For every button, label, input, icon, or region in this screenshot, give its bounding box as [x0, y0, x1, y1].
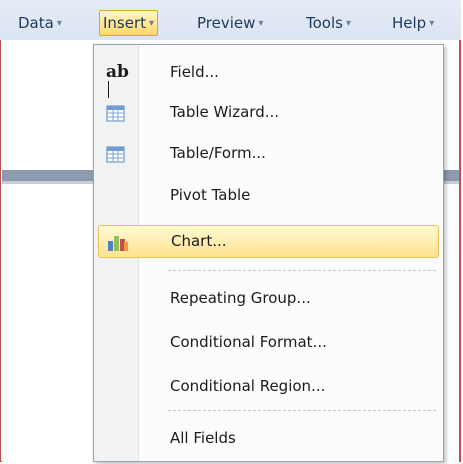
- field-ab-glyph: ab: [106, 62, 129, 82]
- menu-help[interactable]: Help ▾: [392, 11, 434, 35]
- menu-data-label: Data: [18, 14, 54, 32]
- menu-item-label: Conditional Format...: [170, 333, 327, 351]
- table-icon: [106, 144, 128, 163]
- chevron-down-icon: ▾: [56, 18, 62, 29]
- menu-separator: [168, 410, 436, 411]
- menu-bar: Data ▾ Insert ▾ Preview ▾ Tools ▾ Help ▾: [0, 0, 461, 40]
- menu-insert-label: Insert: [103, 14, 147, 32]
- menu-help-label: Help: [392, 14, 427, 32]
- menu-item-label: Chart...: [171, 232, 227, 250]
- menu-item-label: Table/Form...: [170, 144, 266, 162]
- chevron-down-icon: ▾: [258, 18, 264, 29]
- menu-preview-label: Preview: [197, 14, 256, 32]
- menu-preview[interactable]: Preview ▾: [197, 11, 263, 35]
- menu-item-field[interactable]: ab Field...: [98, 57, 437, 98]
- menu-item-label: Conditional Region...: [170, 377, 326, 395]
- bar-chart-icon: [107, 232, 129, 251]
- chevron-down-icon: ▾: [149, 18, 155, 29]
- menu-item-label: Pivot Table: [170, 186, 251, 204]
- chevron-down-icon: ▾: [429, 18, 435, 29]
- menu-item-table-wizard[interactable]: Table Wizard...: [98, 97, 437, 128]
- menu-item-pivot-table[interactable]: Pivot Table: [98, 180, 437, 211]
- table-icon: [106, 103, 128, 122]
- insert-dropdown-menu: ab Field... Table Wizard... Table/Form..…: [93, 44, 444, 462]
- menu-item-label: Repeating Group...: [170, 289, 311, 307]
- field-ab-icon: ab: [106, 62, 129, 98]
- menu-item-table-form[interactable]: Table/Form...: [98, 138, 437, 169]
- menu-tools-label: Tools: [306, 14, 343, 32]
- menu-item-label: Table Wizard...: [170, 103, 280, 121]
- menu-insert[interactable]: Insert ▾: [99, 10, 159, 36]
- menu-data[interactable]: Data ▾: [18, 11, 62, 35]
- menu-item-chart[interactable]: Chart...: [98, 225, 439, 258]
- menu-separator: [168, 270, 436, 271]
- menu-item-conditional-format[interactable]: Conditional Format...: [98, 327, 437, 358]
- menu-tools[interactable]: Tools ▾: [306, 11, 351, 35]
- menu-item-label: All Fields: [170, 429, 236, 447]
- chevron-down-icon: ▾: [345, 18, 351, 29]
- menu-item-label: Field...: [170, 63, 219, 81]
- menu-item-repeating-group[interactable]: Repeating Group...: [98, 283, 437, 314]
- menu-item-all-fields[interactable]: All Fields: [98, 423, 437, 454]
- menu-item-conditional-region[interactable]: Conditional Region...: [98, 371, 437, 402]
